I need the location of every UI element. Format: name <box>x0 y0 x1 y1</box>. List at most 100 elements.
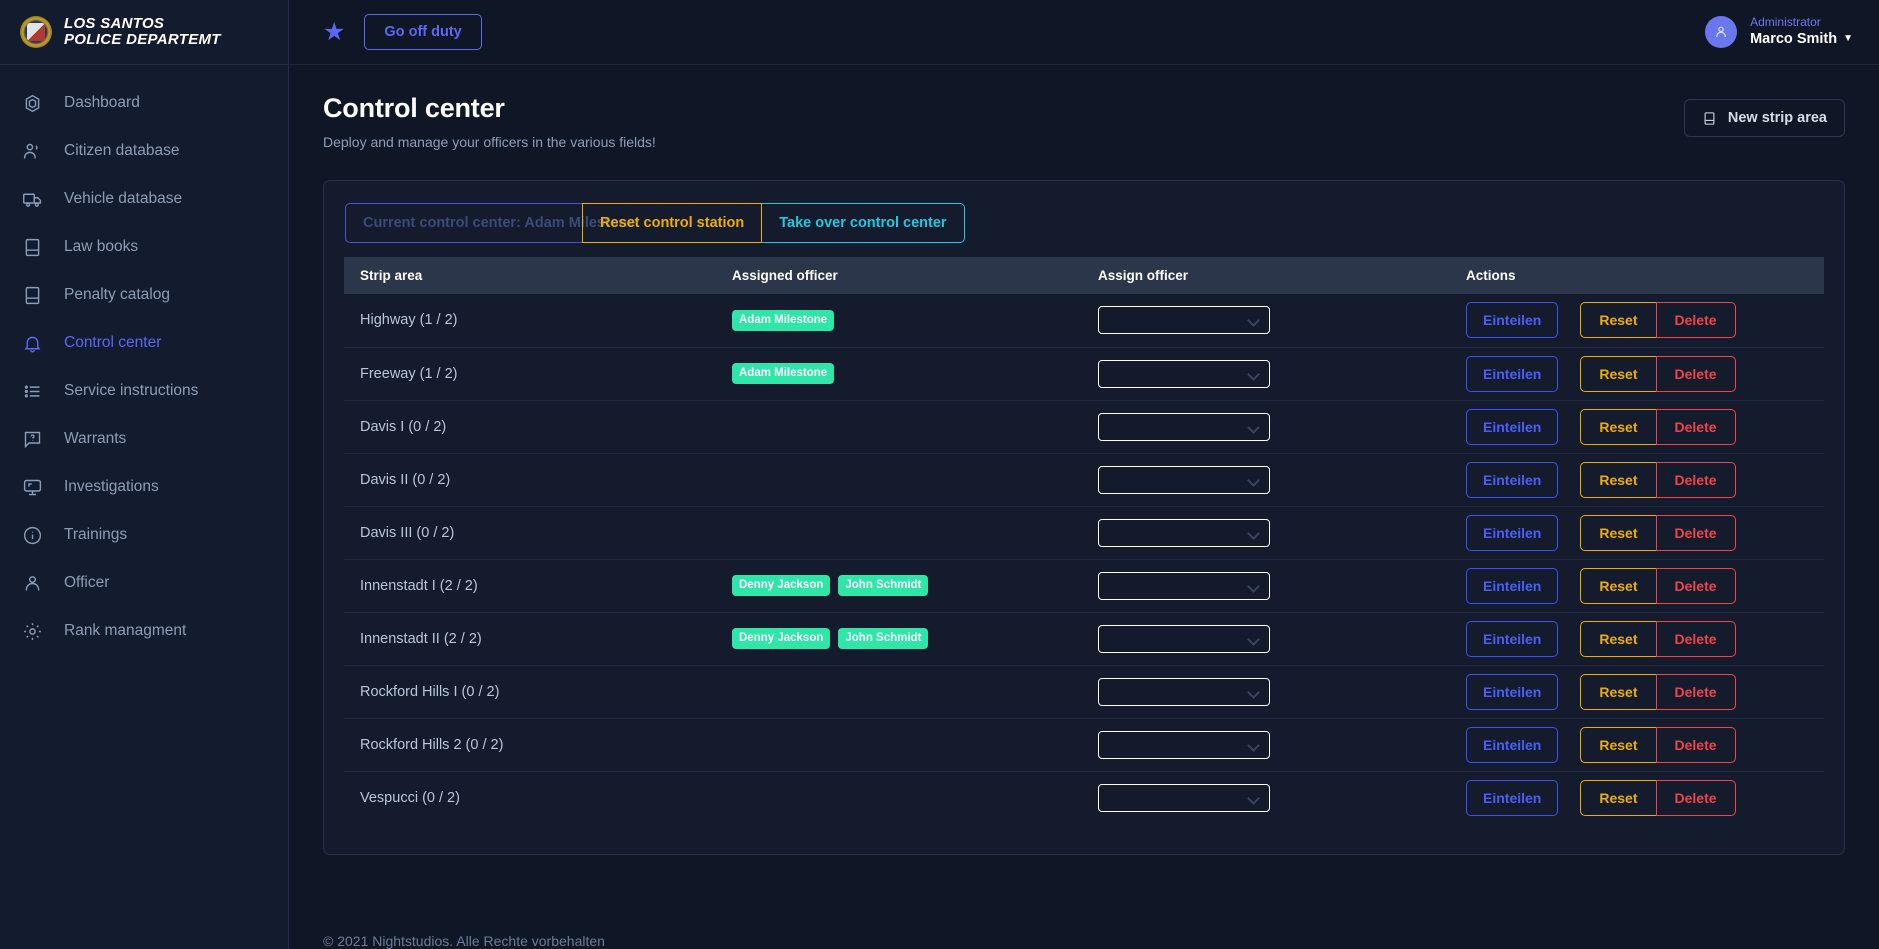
sidebar-item-citizen-database[interactable]: Citizen database <box>0 127 288 175</box>
assign-button[interactable]: Einteilen <box>1466 302 1558 338</box>
help-message-icon <box>22 429 43 450</box>
chevron-down-icon[interactable]: ▼ <box>1843 33 1853 46</box>
star-icon[interactable]: ★ <box>323 20 345 45</box>
assign-button[interactable]: Einteilen <box>1466 515 1558 551</box>
footer: © 2021 Nightstudios. Alle Rechte vorbeha… <box>289 907 1879 949</box>
reset-row-button[interactable]: Reset <box>1580 780 1655 816</box>
reset-row-button[interactable]: Reset <box>1580 568 1655 604</box>
actions-cell: Einteilen ResetDelete <box>1450 400 1824 453</box>
delete-row-button[interactable]: Delete <box>1656 621 1736 657</box>
info-icon <box>22 525 43 546</box>
strip-area-name: Highway (1 / 2) <box>344 294 716 347</box>
strip-area-name: Rockford Hills I (0 / 2) <box>344 665 716 718</box>
strip-areas-table: Strip area Assigned officer Assign offic… <box>344 257 1824 824</box>
assign-officer-select[interactable] <box>1098 413 1270 441</box>
sidebar-nav: Dashboard Citizen database Vehicle datab… <box>0 65 288 655</box>
delete-row-button[interactable]: Delete <box>1656 409 1736 445</box>
list-icon <box>22 381 43 402</box>
delete-row-button[interactable]: Delete <box>1656 568 1736 604</box>
assign-button[interactable]: Einteilen <box>1466 568 1558 604</box>
actions-cell: Einteilen ResetDelete <box>1450 506 1824 559</box>
column-header-actions: Actions <box>1450 257 1824 294</box>
brand-logo[interactable]: LOS SANTOS POLICE DEPARTEMT <box>0 0 288 65</box>
delete-row-button[interactable]: Delete <box>1656 727 1736 763</box>
sidebar-item-vehicle-database[interactable]: Vehicle database <box>0 175 288 223</box>
sidebar-item-officer[interactable]: Officer <box>0 559 288 607</box>
assign-button[interactable]: Einteilen <box>1466 674 1558 710</box>
officer-badge-list: Denny JacksonJohn Schmidt <box>732 628 1082 649</box>
brand-text: LOS SANTOS POLICE DEPARTEMT <box>64 16 221 49</box>
sidebar-item-law-books[interactable]: Law books <box>0 223 288 271</box>
reset-row-button[interactable]: Reset <box>1580 621 1655 657</box>
assign-officer-select[interactable] <box>1098 360 1270 388</box>
assigned-officers-cell <box>716 771 1082 824</box>
assign-button[interactable]: Einteilen <box>1466 780 1558 816</box>
sidebar-item-label: Rank managment <box>64 622 186 640</box>
assign-button[interactable]: Einteilen <box>1466 462 1558 498</box>
reset-row-button[interactable]: Reset <box>1580 515 1655 551</box>
action-buttons: Einteilen ResetDelete <box>1466 462 1824 498</box>
action-buttons: Einteilen ResetDelete <box>1466 356 1824 392</box>
assigned-officers-cell <box>716 400 1082 453</box>
assign-button[interactable]: Einteilen <box>1466 727 1558 763</box>
delete-row-button[interactable]: Delete <box>1656 780 1736 816</box>
sidebar-item-control-center[interactable]: Control center <box>0 319 288 367</box>
reset-row-button[interactable]: Reset <box>1580 462 1655 498</box>
delete-row-button[interactable]: Delete <box>1656 515 1736 551</box>
go-off-duty-button[interactable]: Go off duty <box>364 14 481 50</box>
assign-button[interactable]: Einteilen <box>1466 409 1558 445</box>
action-buttons: Einteilen ResetDelete <box>1466 674 1824 710</box>
assign-officer-cell <box>1082 612 1450 665</box>
reset-row-button[interactable]: Reset <box>1580 302 1655 338</box>
book-icon <box>22 285 43 306</box>
reset-row-button[interactable]: Reset <box>1580 727 1655 763</box>
sidebar-item-label: Citizen database <box>64 142 179 160</box>
table-row: Highway (1 / 2) Adam Milestone Einteilen Re… <box>344 294 1824 347</box>
assign-officer-select[interactable] <box>1098 625 1270 653</box>
delete-row-button[interactable]: Delete <box>1656 356 1736 392</box>
take-over-control-center-button[interactable]: Take over control center <box>762 203 964 243</box>
assign-officer-select[interactable] <box>1098 678 1270 706</box>
officer-badge: Adam Milestone <box>732 310 834 331</box>
sidebar-item-dashboard[interactable]: Dashboard <box>0 79 288 127</box>
table-row: Rockford Hills I (0 / 2) Einteilen ResetDe… <box>344 665 1824 718</box>
action-buttons: Einteilen ResetDelete <box>1466 621 1824 657</box>
assign-officer-select[interactable] <box>1098 784 1270 812</box>
user-menu[interactable]: Administrator Marco Smith ▼ <box>1705 15 1853 48</box>
delete-row-button[interactable]: Delete <box>1656 302 1736 338</box>
actions-cell: Einteilen ResetDelete <box>1450 718 1824 771</box>
lapd-seal-icon <box>20 16 52 48</box>
sidebar-item-warrants[interactable]: Warrants <box>0 415 288 463</box>
assign-officer-select[interactable] <box>1098 572 1270 600</box>
sidebar-item-penalty-catalog[interactable]: Penalty catalog <box>0 271 288 319</box>
assign-button[interactable]: Einteilen <box>1466 621 1558 657</box>
table-row: Davis III (0 / 2)EinteilenResetDelete <box>344 506 1824 559</box>
reset-delete-group: ResetDelete <box>1580 727 1735 763</box>
action-buttons: Einteilen ResetDelete <box>1466 302 1824 338</box>
assign-officer-select[interactable] <box>1098 519 1270 547</box>
reset-control-station-button[interactable]: Reset control station <box>582 203 762 243</box>
reset-delete-group: ResetDelete <box>1580 356 1735 392</box>
new-strip-area-label: New strip area <box>1728 110 1827 126</box>
assign-officer-select[interactable] <box>1098 306 1270 334</box>
assign-officer-select[interactable] <box>1098 466 1270 494</box>
delete-row-button[interactable]: Delete <box>1656 674 1736 710</box>
sidebar-item-investigations[interactable]: Investigations <box>0 463 288 511</box>
new-strip-area-button[interactable]: New strip area <box>1684 99 1845 137</box>
sidebar-item-rank-managment[interactable]: Rank managment <box>0 607 288 655</box>
page-heading-block: Control center Deploy and manage your of… <box>323 93 656 150</box>
reset-row-button[interactable]: Reset <box>1580 674 1655 710</box>
delete-row-button[interactable]: Delete <box>1656 462 1736 498</box>
sidebar-item-service-instructions[interactable]: Service instructions <box>0 367 288 415</box>
reset-row-button[interactable]: Reset <box>1580 356 1655 392</box>
table-row: Innenstadt I (2 / 2) Denny JacksonJohn Sc… <box>344 559 1824 612</box>
officer-badge-list: Denny JacksonJohn Schmidt <box>732 575 1082 596</box>
assign-officer-select[interactable] <box>1098 731 1270 759</box>
reset-row-button[interactable]: Reset <box>1580 409 1655 445</box>
sidebar-item-trainings[interactable]: Trainings <box>0 511 288 559</box>
officer-badge: Adam Milestone <box>732 363 834 384</box>
assign-button[interactable]: Einteilen <box>1466 356 1558 392</box>
page-header: Control center Deploy and manage your of… <box>323 93 1845 150</box>
brand-line-1: LOS SANTOS <box>64 16 221 33</box>
strip-area-name: Innenstadt I (2 / 2) <box>344 559 716 612</box>
